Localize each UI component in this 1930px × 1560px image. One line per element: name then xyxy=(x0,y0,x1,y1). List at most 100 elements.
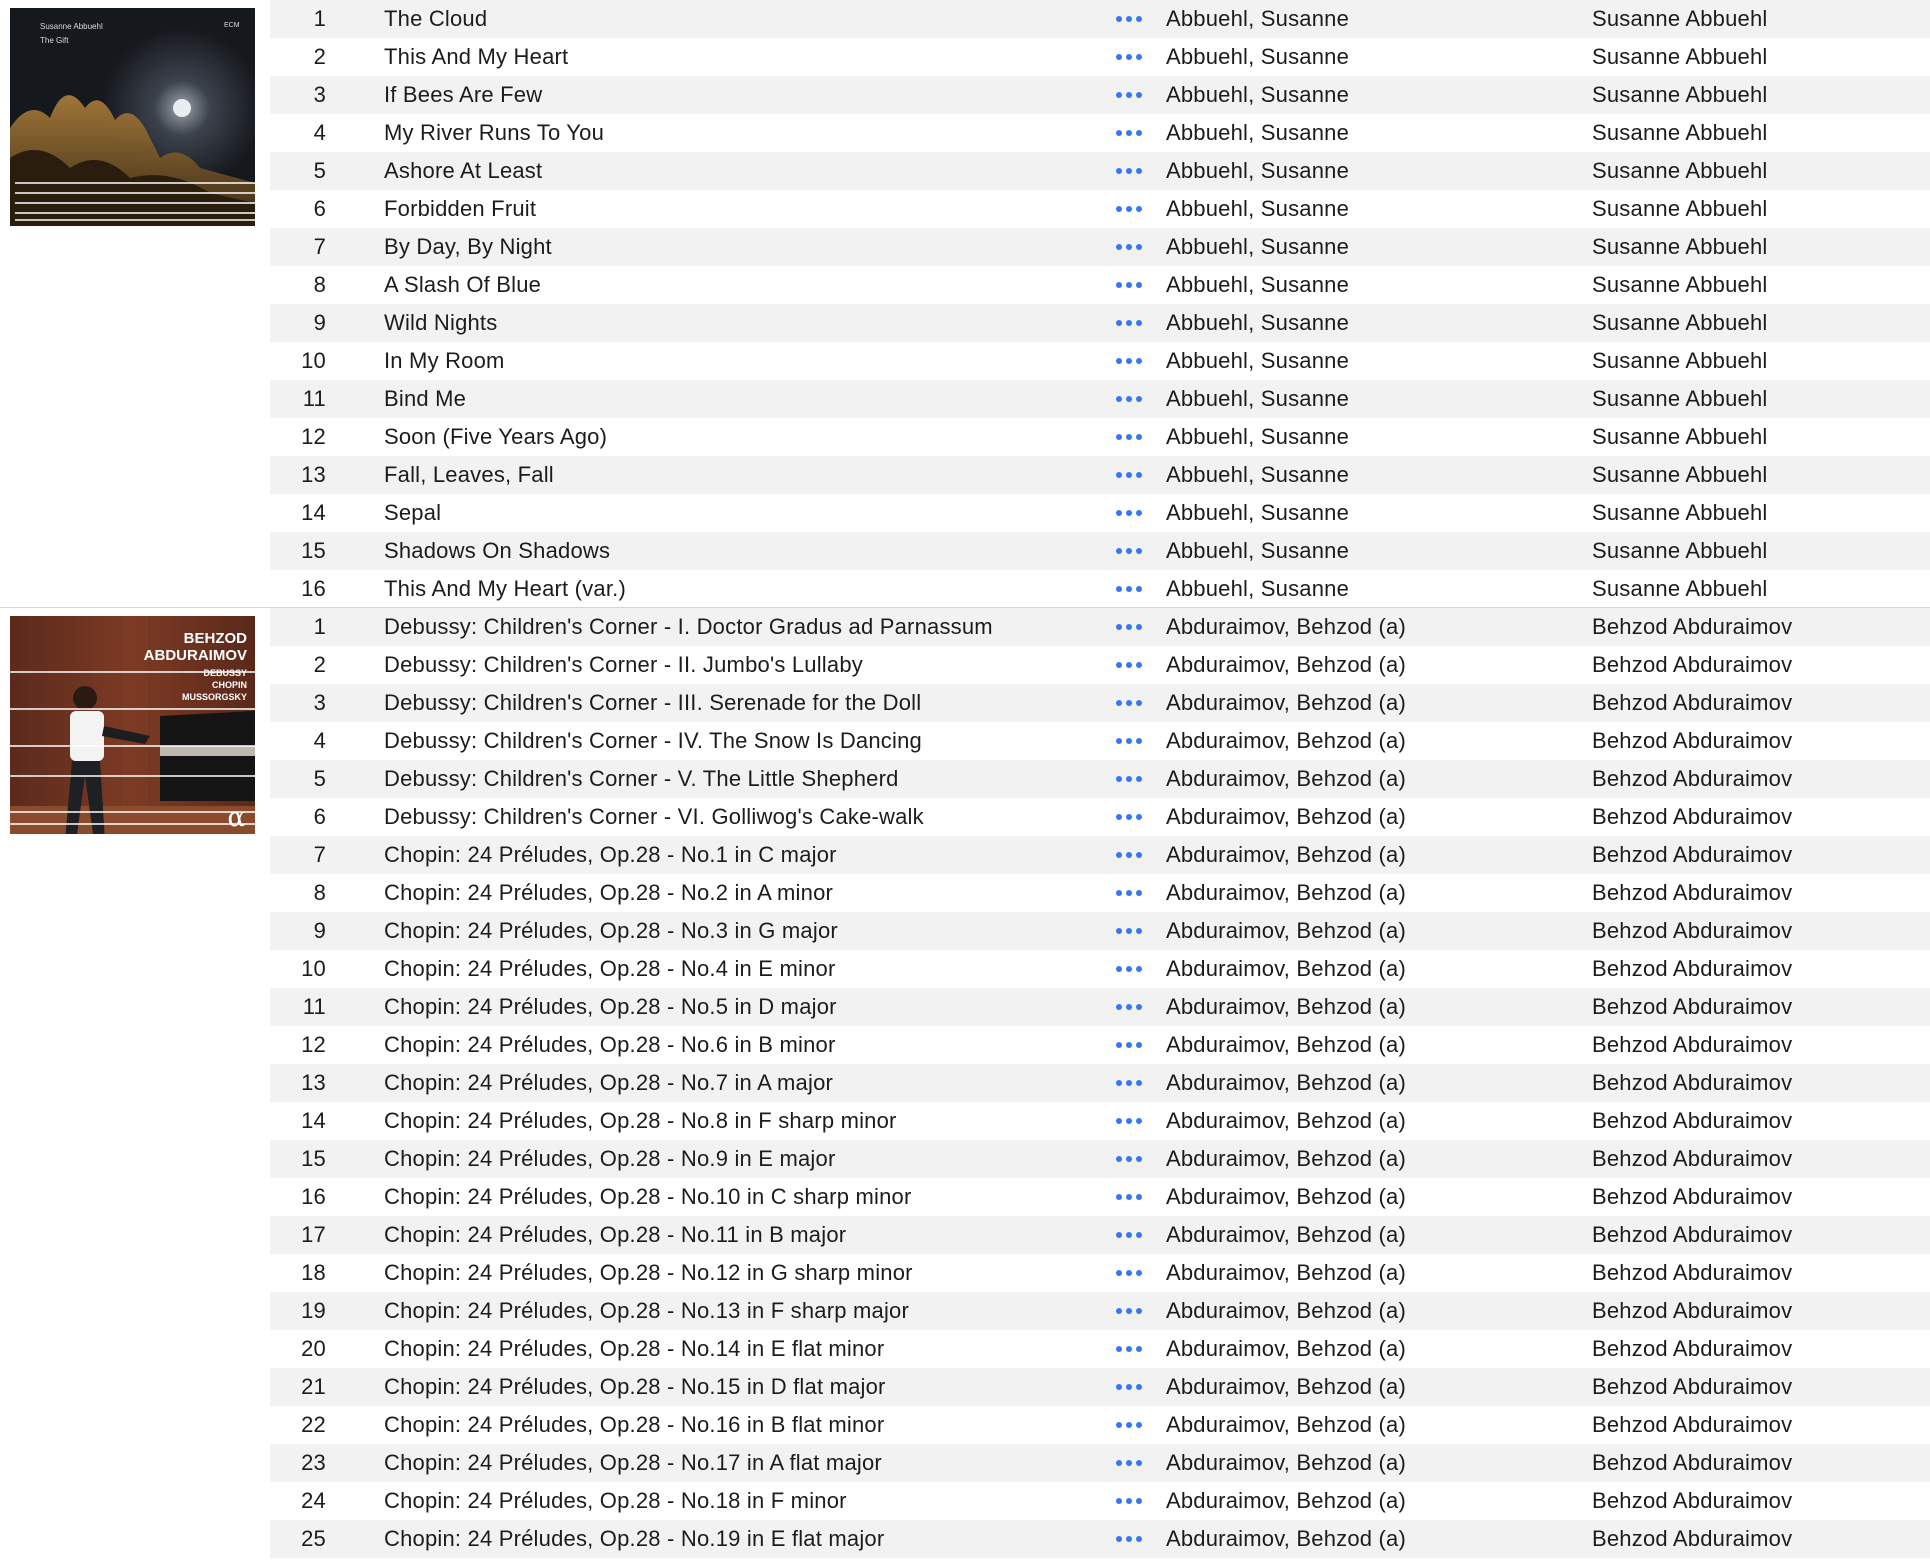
more-options-icon[interactable] xyxy=(1116,874,1156,912)
track-title: The Cloud xyxy=(384,6,488,31)
track-row[interactable]: 17 Chopin: 24 Préludes, Op.28 - No.11 in … xyxy=(270,1216,1930,1254)
track-row[interactable]: 5 Debussy: Children's Corner - V. The Lit… xyxy=(270,760,1930,798)
more-options-icon[interactable] xyxy=(1116,988,1156,1026)
track-row[interactable]: 25 Chopin: 24 Préludes, Op.28 - No.19 in … xyxy=(270,1520,1930,1558)
more-options-icon[interactable] xyxy=(1116,722,1156,760)
track-album-artist: Susanne Abbuehl xyxy=(1592,538,1768,563)
more-options-icon[interactable] xyxy=(1116,266,1156,304)
track-row[interactable]: 4 My River Runs To You Abbuehl, Susanne Sus… xyxy=(270,114,1930,152)
track-row[interactable]: 10 Chopin: 24 Préludes, Op.28 - No.4 in E… xyxy=(270,950,1930,988)
more-options-icon[interactable] xyxy=(1116,836,1156,874)
more-options-icon[interactable] xyxy=(1116,304,1156,342)
more-options-icon[interactable] xyxy=(1116,608,1156,646)
more-options-icon[interactable] xyxy=(1116,190,1156,228)
track-row[interactable]: 8 A Slash Of Blue Abbuehl, Susanne Susanne … xyxy=(270,266,1930,304)
track-row[interactable]: 11 Bind Me Abbuehl, Susanne Susanne Abbuehl xyxy=(270,380,1930,418)
track-title: Chopin: 24 Préludes, Op.28 - No.11 in B … xyxy=(384,1222,847,1247)
album-cover-night-trees[interactable]: Susanne Abbuehl The Gift ECM xyxy=(10,8,255,226)
more-dot xyxy=(1136,92,1142,98)
track-row[interactable]: 12 Soon (Five Years Ago) Abbuehl, Susanne S… xyxy=(270,418,1930,456)
track-artist: Abduraimov, Behzod (a) xyxy=(1166,842,1406,867)
track-row[interactable]: 8 Chopin: 24 Préludes, Op.28 - No.2 in A … xyxy=(270,874,1930,912)
more-options-icon[interactable] xyxy=(1116,684,1156,722)
more-options-icon[interactable] xyxy=(1116,1102,1156,1140)
more-options-icon[interactable] xyxy=(1116,1292,1156,1330)
more-options-icon[interactable] xyxy=(1116,1140,1156,1178)
more-options-icon[interactable] xyxy=(1116,380,1156,418)
track-row[interactable]: 21 Chopin: 24 Préludes, Op.28 - No.15 in … xyxy=(270,1368,1930,1406)
track-title: Chopin: 24 Préludes, Op.28 - No.2 in A m… xyxy=(384,880,834,905)
more-options-icon[interactable] xyxy=(1116,1482,1156,1520)
more-options-icon[interactable] xyxy=(1116,1406,1156,1444)
more-options-icon[interactable] xyxy=(1116,0,1156,38)
album-cover-pianist[interactable]: BEHZOD ABDURAIMOV DEBUSSY CHOPIN MUSSORG… xyxy=(10,616,255,834)
more-options-icon[interactable] xyxy=(1116,950,1156,988)
track-row[interactable]: 7 By Day, By Night Abbuehl, Susanne Susanne… xyxy=(270,228,1930,266)
track-row[interactable]: 14 Sepal Abbuehl, Susanne Susanne Abbuehl xyxy=(270,494,1930,532)
track-row[interactable]: 16 This And My Heart (var.) Abbuehl, Susan… xyxy=(270,570,1930,608)
track-row[interactable]: 3 Debussy: Children's Corner - III. Seren… xyxy=(270,684,1930,722)
track-row[interactable]: 14 Chopin: 24 Préludes, Op.28 - No.8 in F… xyxy=(270,1102,1930,1140)
more-options-icon[interactable] xyxy=(1116,1178,1156,1216)
track-title: If Bees Are Few xyxy=(384,82,543,107)
more-options-icon[interactable] xyxy=(1116,570,1156,608)
track-row[interactable]: 18 Chopin: 24 Préludes, Op.28 - No.12 in … xyxy=(270,1254,1930,1292)
track-row[interactable]: 9 Chopin: 24 Préludes, Op.28 - No.3 in G … xyxy=(270,912,1930,950)
more-options-icon[interactable] xyxy=(1116,456,1156,494)
track-row[interactable]: 11 Chopin: 24 Préludes, Op.28 - No.5 in D… xyxy=(270,988,1930,1026)
track-row[interactable]: 13 Fall, Leaves, Fall Abbuehl, Susanne Susa… xyxy=(270,456,1930,494)
more-options-icon[interactable] xyxy=(1116,1064,1156,1102)
more-options-icon[interactable] xyxy=(1116,228,1156,266)
more-options-icon[interactable] xyxy=(1116,1444,1156,1482)
track-row[interactable]: 20 Chopin: 24 Préludes, Op.28 - No.14 in … xyxy=(270,1330,1930,1368)
track-row[interactable]: 1 Debussy: Children's Corner - I. Doctor … xyxy=(270,608,1930,646)
more-options-icon[interactable] xyxy=(1116,1368,1156,1406)
more-options-icon[interactable] xyxy=(1116,114,1156,152)
track-album-artist: Behzod Abduraimov xyxy=(1592,1146,1793,1171)
track-row[interactable]: 23 Chopin: 24 Préludes, Op.28 - No.17 in … xyxy=(270,1444,1930,1482)
more-options-icon[interactable] xyxy=(1116,38,1156,76)
more-options-icon[interactable] xyxy=(1116,152,1156,190)
track-row[interactable]: 12 Chopin: 24 Préludes, Op.28 - No.6 in B… xyxy=(270,1026,1930,1064)
more-options-icon[interactable] xyxy=(1116,646,1156,684)
more-options-icon[interactable] xyxy=(1116,1026,1156,1064)
track-row[interactable]: 6 Debussy: Children's Corner - VI. Golliw… xyxy=(270,798,1930,836)
more-dot xyxy=(1126,434,1132,440)
more-dot xyxy=(1116,1308,1122,1314)
track-row[interactable]: 6 Forbidden Fruit Abbuehl, Susanne Susanne … xyxy=(270,190,1930,228)
more-options-icon[interactable] xyxy=(1116,76,1156,114)
more-options-icon[interactable] xyxy=(1116,760,1156,798)
more-options-icon[interactable] xyxy=(1116,494,1156,532)
track-row[interactable]: 15 Shadows On Shadows Abbuehl, Susanne Susa… xyxy=(270,532,1930,570)
more-options-icon[interactable] xyxy=(1116,342,1156,380)
track-row[interactable]: 1 The Cloud Abbuehl, Susanne Susanne Abbueh… xyxy=(270,0,1930,38)
more-options-icon[interactable] xyxy=(1116,532,1156,570)
track-row[interactable]: 3 If Bees Are Few Abbuehl, Susanne Susanne … xyxy=(270,76,1930,114)
track-row[interactable]: 19 Chopin: 24 Préludes, Op.28 - No.13 in … xyxy=(270,1292,1930,1330)
more-dot xyxy=(1136,1536,1142,1542)
track-row[interactable]: 22 Chopin: 24 Préludes, Op.28 - No.16 in … xyxy=(270,1406,1930,1444)
more-options-icon[interactable] xyxy=(1116,1520,1156,1558)
more-options-icon[interactable] xyxy=(1116,912,1156,950)
track-row[interactable]: 9 Wild Nights Abbuehl, Susanne Susanne Abbu… xyxy=(270,304,1930,342)
track-row[interactable]: 24 Chopin: 24 Préludes, Op.28 - No.18 in … xyxy=(270,1482,1930,1520)
track-row[interactable]: 15 Chopin: 24 Préludes, Op.28 - No.9 in E… xyxy=(270,1140,1930,1178)
more-options-icon[interactable] xyxy=(1116,1254,1156,1292)
track-row[interactable]: 7 Chopin: 24 Préludes, Op.28 - No.1 in C … xyxy=(270,836,1930,874)
track-artist: Abbuehl, Susanne xyxy=(1166,82,1350,107)
more-options-icon[interactable] xyxy=(1116,798,1156,836)
track-row[interactable]: 2 This And My Heart Abbuehl, Susanne Susann… xyxy=(270,38,1930,76)
track-row[interactable]: 16 Chopin: 24 Préludes, Op.28 - No.10 in … xyxy=(270,1178,1930,1216)
cover-label-glyph: α xyxy=(227,803,245,833)
more-options-icon[interactable] xyxy=(1116,418,1156,456)
track-artist: Abbuehl, Susanne xyxy=(1166,462,1350,487)
more-options-icon[interactable] xyxy=(1116,1330,1156,1368)
track-row[interactable]: 13 Chopin: 24 Préludes, Op.28 - No.7 in A… xyxy=(270,1064,1930,1102)
more-dot xyxy=(1126,548,1132,554)
track-row[interactable]: 2 Debussy: Children's Corner - II. Jumbo'… xyxy=(270,646,1930,684)
track-row[interactable]: 5 Ashore At Least Abbuehl, Susanne Susanne … xyxy=(270,152,1930,190)
track-row[interactable]: 10 In My Room Abbuehl, Susanne Susanne Abbu… xyxy=(270,342,1930,380)
track-row[interactable]: 4 Debussy: Children's Corner - IV. The Sn… xyxy=(270,722,1930,760)
album-section-debussy-chopin-mussorgsky: BEHZOD ABDURAIMOV DEBUSSY CHOPIN MUSSORG… xyxy=(0,607,1930,1558)
more-options-icon[interactable] xyxy=(1116,1216,1156,1254)
